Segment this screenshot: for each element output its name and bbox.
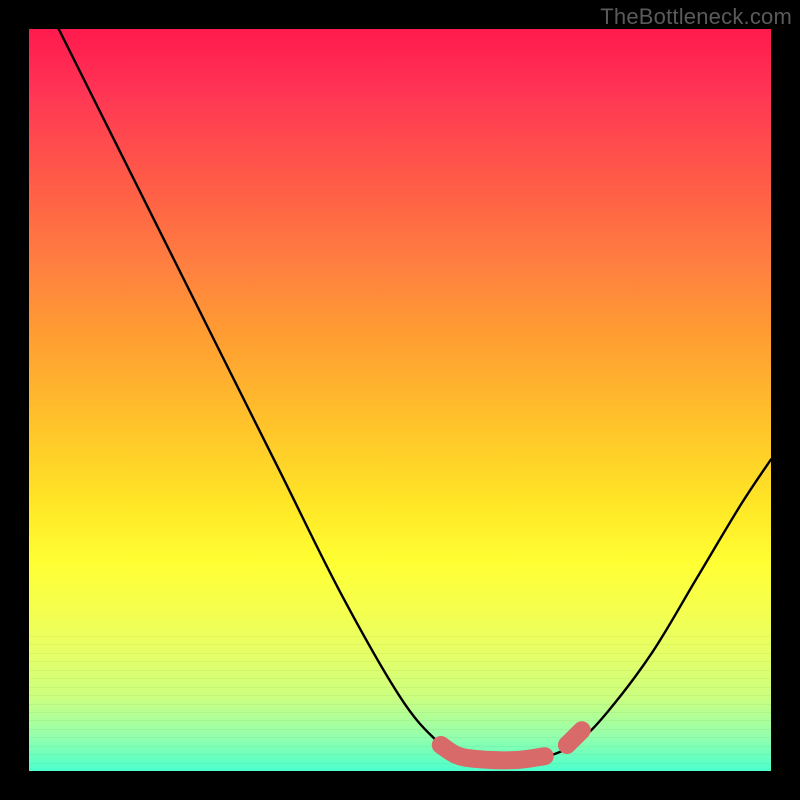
bottleneck-curve [59, 29, 771, 760]
watermark-text: TheBottleneck.com [600, 4, 792, 30]
chart-area [29, 29, 771, 771]
optimal-zone-right [567, 730, 582, 745]
plot-svg [29, 29, 771, 771]
optimal-zone-flat [441, 745, 545, 760]
